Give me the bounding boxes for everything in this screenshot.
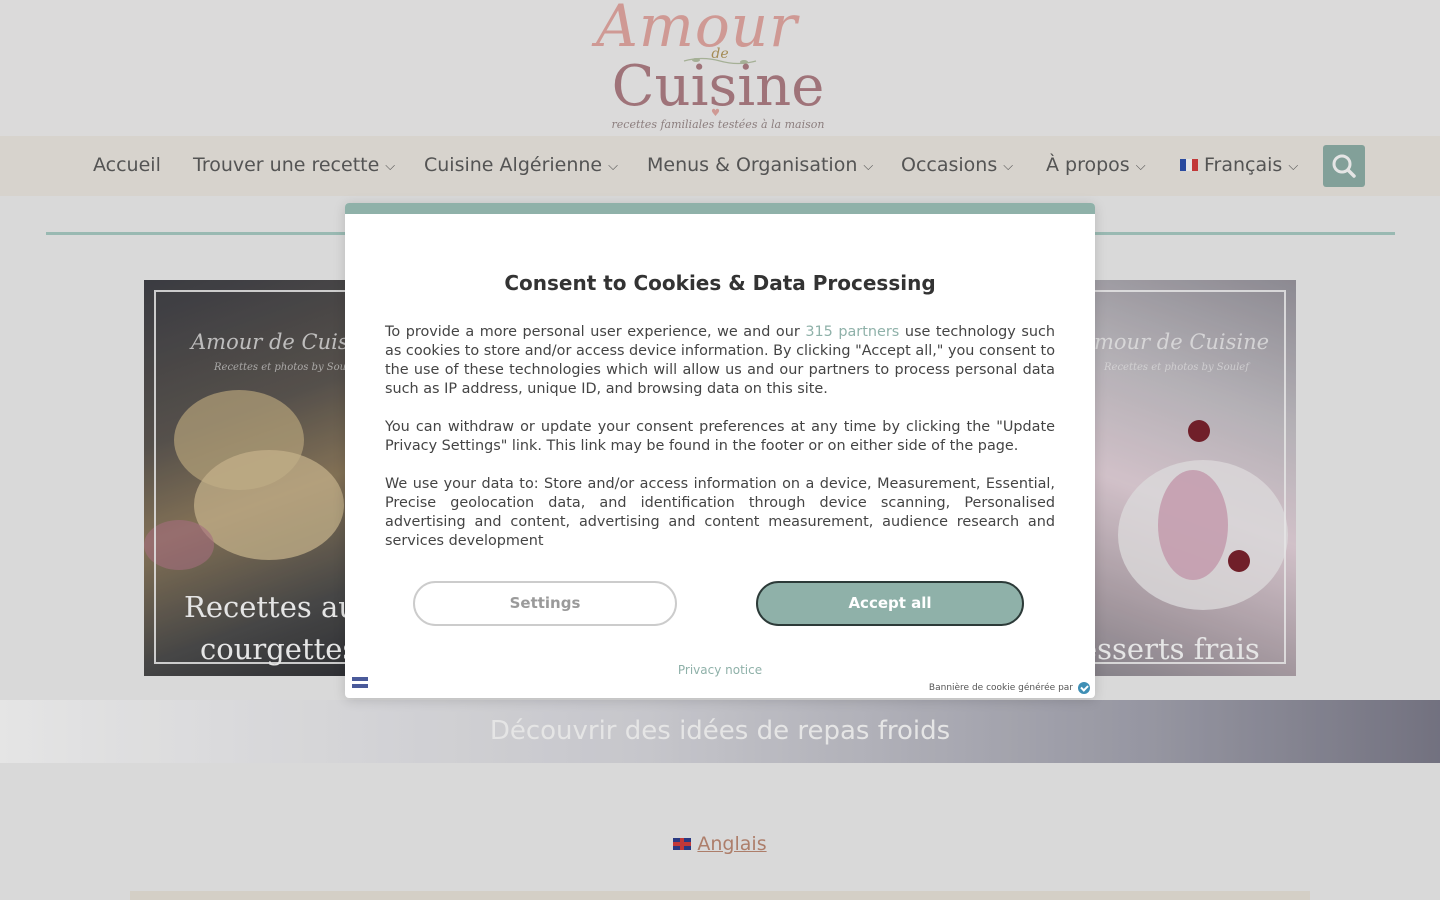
consent-paragraph: To provide a more personal user experien…: [385, 323, 1055, 399]
language-flag-icon[interactable]: [352, 677, 368, 688]
verified-check-icon[interactable]: [1078, 682, 1090, 694]
consent-paragraph: You can withdraw or update your consent …: [385, 419, 1055, 454]
dialog-title: Consent to Cookies & Data Processing: [504, 271, 936, 295]
cookie-consent-dialog: Consent to Cookies & Data Processing To …: [345, 203, 1095, 698]
partners-link[interactable]: 315 partners: [805, 324, 899, 340]
banner-credit-text: Bannière de cookie générée par: [928, 683, 1073, 693]
consent-paragraph: We use your data to: Store and/or access…: [385, 476, 1055, 549]
settings-button[interactable]: Settings: [413, 581, 677, 626]
consent-text: To provide a more personal user experien…: [385, 324, 806, 340]
privacy-notice-link[interactable]: Privacy notice: [345, 663, 1095, 677]
dialog-accent-bar: [345, 203, 1095, 214]
accept-all-button[interactable]: Accept all: [756, 581, 1024, 626]
